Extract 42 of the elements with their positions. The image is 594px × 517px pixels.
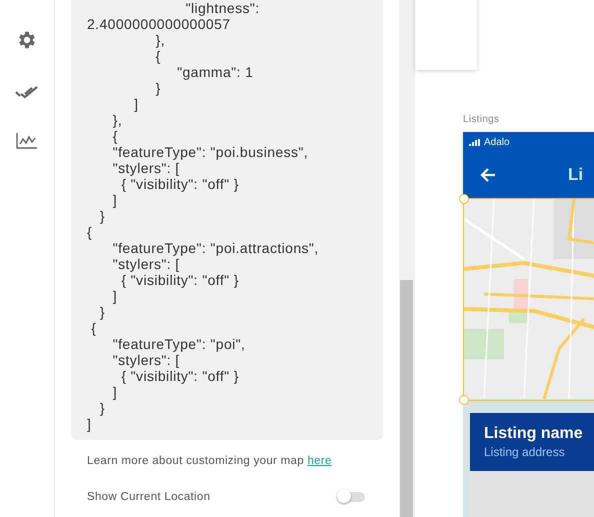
code-line: "gamma": 1	[176, 64, 254, 80]
code-line: 2.4000000000000057	[87, 16, 230, 32]
code-line: }	[98, 400, 105, 416]
code-line: },	[154, 32, 165, 48]
screen-label: Listings	[463, 114, 500, 125]
code-line: }	[98, 304, 105, 320]
code-line: { "visibility": "off" }	[120, 272, 239, 288]
code-line: "stylers": [	[112, 256, 180, 272]
back-arrow-icon[interactable]	[480, 168, 496, 182]
header-title: Li	[568, 165, 584, 185]
signal-icon	[469, 138, 480, 146]
code-line: },	[112, 112, 122, 128]
code-line: ]	[87, 416, 92, 432]
code-line: {	[87, 224, 92, 240]
code-line: "stylers": [	[112, 160, 180, 176]
code-line: ]	[112, 288, 118, 304]
double-check-icon[interactable]	[15, 85, 39, 99]
scrollbar-thumb[interactable]	[400, 280, 413, 517]
code-line: { "visibility": "off" }	[120, 368, 239, 384]
code-line: "lightness":	[184, 0, 260, 16]
code-line: "featureType": "poi",	[112, 336, 246, 352]
code-line: {	[90, 320, 96, 336]
code-line: "featureType": "poi.business",	[112, 144, 308, 160]
resize-handle[interactable]	[459, 194, 469, 204]
code-line: }	[98, 208, 105, 224]
help-text: Learn more about customizing your map here	[87, 455, 333, 467]
location-toggle[interactable]	[337, 492, 365, 502]
code-line: {	[112, 128, 118, 144]
code-line: }	[154, 80, 161, 96]
code-line: "stylers": [	[112, 352, 180, 368]
listing-address: Listing address	[484, 445, 566, 459]
resize-handle[interactable]	[459, 395, 469, 405]
chart-icon[interactable]	[16, 133, 38, 149]
toggle-label: Show Current Location	[87, 491, 210, 503]
app-name: Adalo	[484, 136, 510, 148]
listing-name: Listing name	[484, 425, 584, 443]
code-line: { "visibility": "off" }	[120, 176, 239, 192]
code-line: ]	[112, 192, 118, 208]
code-line: ]	[133, 96, 138, 112]
code-line: "featureType": "poi.attractions",	[112, 240, 319, 256]
code-line: ]	[112, 384, 118, 400]
code-line: {	[154, 48, 161, 64]
